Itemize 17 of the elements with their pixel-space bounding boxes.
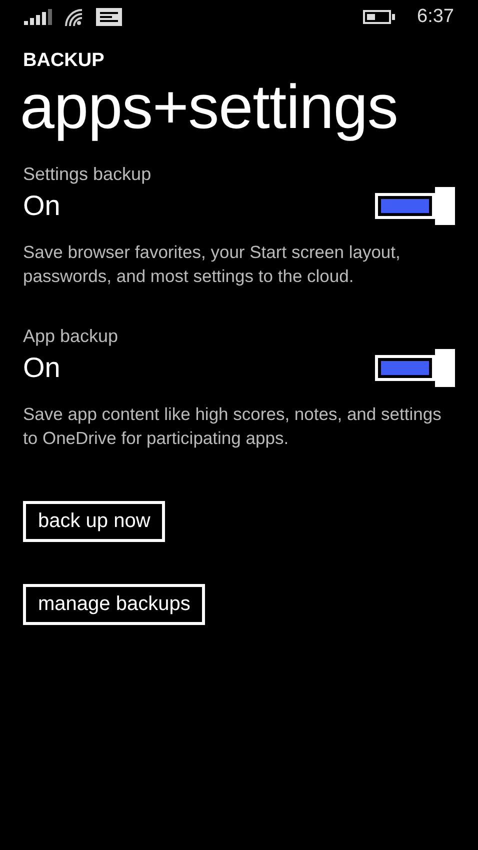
message-icon: [96, 8, 122, 26]
battery-icon: [363, 10, 396, 24]
signal-icon: [24, 9, 52, 25]
setting-label: App backup: [23, 326, 120, 348]
setting-description: Save browser favorites, your Start screen layout, passwords, and most settings to the cloud.: [23, 241, 402, 288]
page-title: apps+settings: [20, 74, 399, 142]
setting-description: Save app content like high scores, notes, and settings to OneDrive for participating apps.: [23, 403, 442, 450]
setting-state: On: [23, 352, 60, 384]
clock-time: 6:37: [417, 6, 454, 28]
setting-label: Settings backup: [23, 164, 152, 186]
section-header: BACKUP: [23, 50, 106, 72]
setting-state: On: [23, 190, 60, 222]
action-button[interactable]: manage backups: [23, 584, 206, 625]
wifi-icon: [64, 8, 84, 26]
toggle-switch[interactable]: [375, 349, 455, 388]
action-button[interactable]: back up now: [23, 500, 166, 542]
toggle-switch[interactable]: [375, 187, 455, 226]
